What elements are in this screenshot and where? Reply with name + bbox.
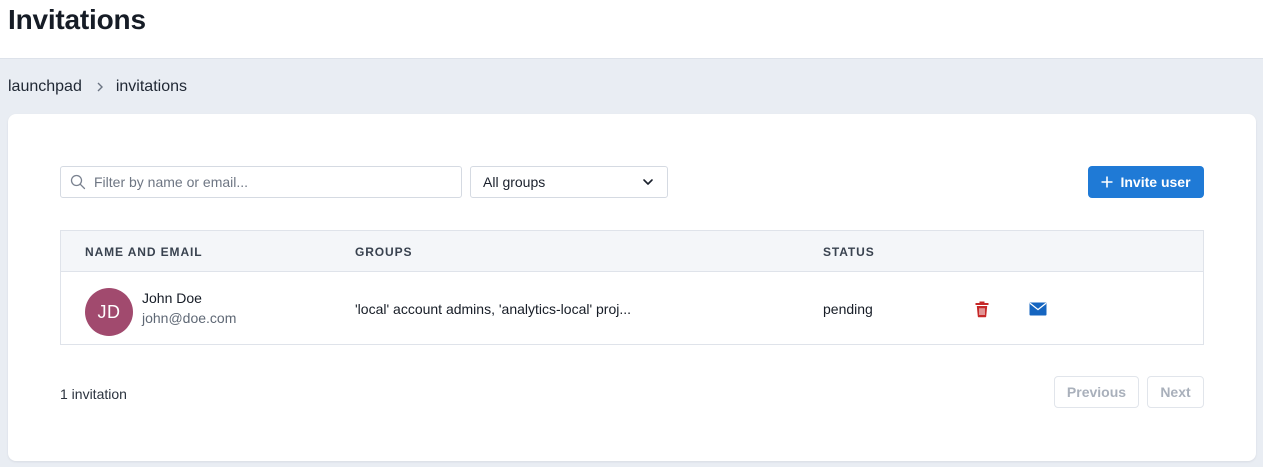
column-header-name-email: NAME AND EMAIL <box>85 245 203 259</box>
table-row: JD John Doe john@doe.com 'local' account… <box>61 272 1203 344</box>
next-button[interactable]: Next <box>1147 376 1204 408</box>
chevron-right-icon <box>96 82 104 92</box>
search-input[interactable] <box>94 168 461 196</box>
chevron-down-icon <box>641 175 655 189</box>
status-text: pending <box>823 301 873 317</box>
page-title: Invitations <box>8 4 146 35</box>
invite-user-button[interactable]: Invite user <box>1088 166 1204 198</box>
table-header: NAME AND EMAIL GROUPS STATUS <box>61 231 1203 272</box>
breadcrumb-item-invitations: invitations <box>115 78 187 95</box>
group-select-value: All groups <box>483 174 546 190</box>
invitation-count: 1 invitation <box>60 386 127 402</box>
trash-icon[interactable] <box>974 300 990 318</box>
previous-button[interactable]: Previous <box>1054 376 1139 408</box>
user-email: john@doe.com <box>142 310 237 326</box>
plus-icon <box>1101 176 1113 188</box>
invitations-table: NAME AND EMAIL GROUPS STATUS JD John Doe… <box>60 230 1204 345</box>
invite-user-label: Invite user <box>1120 174 1191 190</box>
invitations-card: All groups Invite user NAME AND EMAIL GR… <box>8 114 1256 461</box>
column-header-status: STATUS <box>823 245 875 259</box>
avatar: JD <box>85 288 133 336</box>
group-select[interactable]: All groups <box>470 166 668 198</box>
search-icon <box>70 174 86 190</box>
user-name: John Doe <box>142 290 202 306</box>
mail-icon[interactable] <box>1029 302 1047 316</box>
user-groups: 'local' account admins, 'analytics-local… <box>355 301 632 317</box>
breadcrumb: launchpad invitations <box>8 77 187 97</box>
column-header-groups: GROUPS <box>355 245 413 259</box>
search-box[interactable] <box>60 166 462 198</box>
top-bar: Invitations <box>0 0 1263 59</box>
breadcrumb-item-launchpad[interactable]: launchpad <box>8 78 82 96</box>
